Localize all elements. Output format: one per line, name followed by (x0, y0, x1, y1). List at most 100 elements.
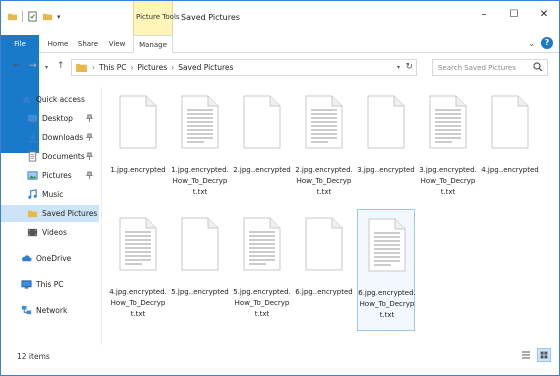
close-button[interactable]: ✕ (529, 1, 559, 27)
pictures-folder-icon (27, 171, 38, 180)
sidebar-item-quick-access[interactable]: Quick access (1, 91, 99, 108)
sidebar-item-onedrive[interactable]: OneDrive (1, 250, 99, 267)
file-item[interactable]: 2.jpg.encrypted.How_To_Decrypt.txt (295, 91, 353, 209)
status-bar: 12 items (1, 345, 559, 369)
music-folder-icon (28, 189, 37, 199)
pin-icon[interactable] (86, 114, 93, 122)
file-item[interactable]: 5.jpg..encrypted (171, 213, 229, 331)
expand-ribbon-icon[interactable]: ⌄ (528, 39, 535, 48)
help-icon[interactable]: ? (541, 37, 553, 49)
sidebar-item-label: Saved Pictures (42, 209, 98, 218)
file-item[interactable]: 2.jpg..encrypted (233, 91, 291, 209)
folder-icon (76, 63, 87, 72)
breadcrumb-this-pc[interactable]: This PC (99, 63, 126, 72)
sidebar-item-videos[interactable]: Videos (1, 224, 99, 241)
address-dropdown-icon[interactable]: ▾ (397, 64, 400, 71)
file-item[interactable]: 5.jpg.encrypted.How_To_Decrypt.txt (233, 213, 291, 331)
window-title: Saved Pictures (181, 13, 240, 22)
minimize-button[interactable]: – (469, 1, 499, 27)
breadcrumb: › This PC › Pictures › Saved Pictures (92, 63, 233, 72)
view-switcher (519, 348, 551, 362)
tab-share[interactable]: Share (75, 35, 101, 53)
explorer-window: ▾ Picture Tools Saved Pictures – ☐ ✕ Fil… (0, 0, 560, 376)
text-file-icon (243, 217, 281, 271)
sidebar-item-documents[interactable]: Documents (1, 148, 99, 165)
customize-toolbar-icon[interactable]: ▾ (57, 13, 61, 21)
folder-icon (7, 13, 18, 21)
file-item[interactable]: 4.jpg.encrypted.How_To_Decrypt.txt (109, 213, 167, 331)
sidebar-item-label: Documents (42, 152, 85, 161)
breadcrumb-pictures[interactable]: Pictures (137, 63, 167, 72)
toolbar-separator (22, 11, 23, 22)
sidebar-item-this-pc[interactable]: This PC (1, 276, 99, 293)
pin-icon[interactable] (86, 152, 93, 160)
desktop-folder-icon (27, 114, 38, 123)
file-item[interactable]: 3.jpg..encrypted (357, 91, 415, 209)
tab-home[interactable]: Home (45, 35, 71, 53)
computer-icon (21, 280, 32, 289)
ribbon-tabs: File Home Share View Manage ⌄ ? (1, 35, 559, 153)
pin-icon[interactable] (86, 133, 93, 141)
sidebar-item-music[interactable]: Music (1, 186, 99, 203)
file-name: 1.jpg.encrypted (110, 166, 166, 174)
file-name: 3.jpg..encrypted (357, 166, 415, 174)
window-controls: – ☐ ✕ (469, 1, 559, 27)
file-name: 5.jpg.encrypted.How_To_Decrypt.txt (233, 288, 291, 318)
file-item[interactable]: 6.jpg..encrypted (295, 213, 353, 331)
sidebar-item-label: Videos (42, 228, 67, 237)
up-button[interactable]: ↑ (57, 61, 65, 71)
maximize-button[interactable]: ☐ (499, 1, 529, 27)
item-count: 12 items (17, 352, 50, 361)
file-item[interactable]: 1.jpg.encrypted.How_To_Decrypt.txt (171, 91, 229, 209)
folder-icon (27, 210, 38, 218)
blank-file-icon (305, 217, 343, 271)
pin-icon[interactable] (86, 171, 93, 179)
search-icon (533, 62, 543, 72)
file-name: 3.jpg.encrypted.How_To_Decrypt.txt (419, 166, 477, 196)
back-button[interactable]: ← (13, 61, 21, 71)
file-item[interactable]: 3.jpg.encrypted.How_To_Decrypt.txt (419, 91, 477, 209)
ribbon-right-controls: ⌄ ? (528, 37, 553, 49)
sidebar-item-downloads[interactable]: Downloads (1, 129, 99, 146)
sidebar-item-saved-pictures[interactable]: Saved Pictures (1, 205, 99, 222)
file-name: 2.jpg..encrypted (233, 166, 291, 174)
tab-view[interactable]: View (105, 35, 129, 53)
blank-file-icon (243, 95, 281, 149)
text-file-icon (119, 217, 157, 271)
pane-divider[interactable] (101, 87, 102, 345)
file-list: 1.jpg.encrypted 1.jpg.encrypted.How_To_D… (105, 87, 555, 345)
tab-manage[interactable]: Manage (133, 35, 173, 53)
breadcrumb-saved-pictures[interactable]: Saved Pictures (178, 63, 233, 72)
title-bar: ▾ Picture Tools Saved Pictures – ☐ ✕ (1, 1, 559, 35)
quick-access-toolbar: ▾ (7, 11, 61, 22)
videos-folder-icon (27, 228, 38, 237)
file-item[interactable]: 4.jpg..encrypted (481, 91, 539, 209)
picture-tools-group: Picture Tools (133, 1, 180, 35)
address-row: ← → ▾ ↑ › This PC › Pictures › Saved Pic… (1, 57, 559, 79)
file-item[interactable]: 1.jpg.encrypted (109, 91, 167, 209)
sidebar-item-network[interactable]: Network (1, 302, 99, 319)
new-folder-icon[interactable] (42, 11, 53, 22)
breadcrumb-chevron: › (130, 63, 134, 72)
address-bar[interactable]: › This PC › Pictures › Saved Pictures ▾ … (71, 59, 417, 76)
sidebar-item-desktop[interactable]: Desktop (1, 110, 99, 127)
documents-folder-icon (28, 151, 37, 162)
file-name: 4.jpg.encrypted.How_To_Decrypt.txt (109, 288, 167, 318)
sidebar-item-pictures[interactable]: Pictures (1, 167, 99, 184)
forward-button[interactable]: → (29, 61, 37, 71)
recent-locations-icon[interactable]: ▾ (45, 64, 48, 71)
refresh-button[interactable]: ↻ (405, 62, 413, 72)
blank-file-icon (181, 217, 219, 271)
sidebar-item-label: This PC (36, 280, 64, 289)
file-item-selected[interactable]: 6.jpg.encrypted.How_To_Decrypt.txt (357, 209, 416, 331)
search-input[interactable]: Search Saved Pictures (432, 59, 548, 76)
search-placeholder: Search Saved Pictures (438, 64, 516, 72)
file-name: 4.jpg..encrypted (481, 166, 539, 174)
breadcrumb-chevron: › (171, 63, 175, 72)
large-icons-view-icon[interactable] (537, 348, 551, 362)
properties-icon[interactable] (27, 11, 38, 22)
sidebar-item-label: Network (36, 306, 68, 315)
breadcrumb-chevron: › (92, 63, 95, 72)
details-view-icon[interactable] (519, 348, 533, 362)
sidebar-item-label: Music (42, 190, 64, 199)
